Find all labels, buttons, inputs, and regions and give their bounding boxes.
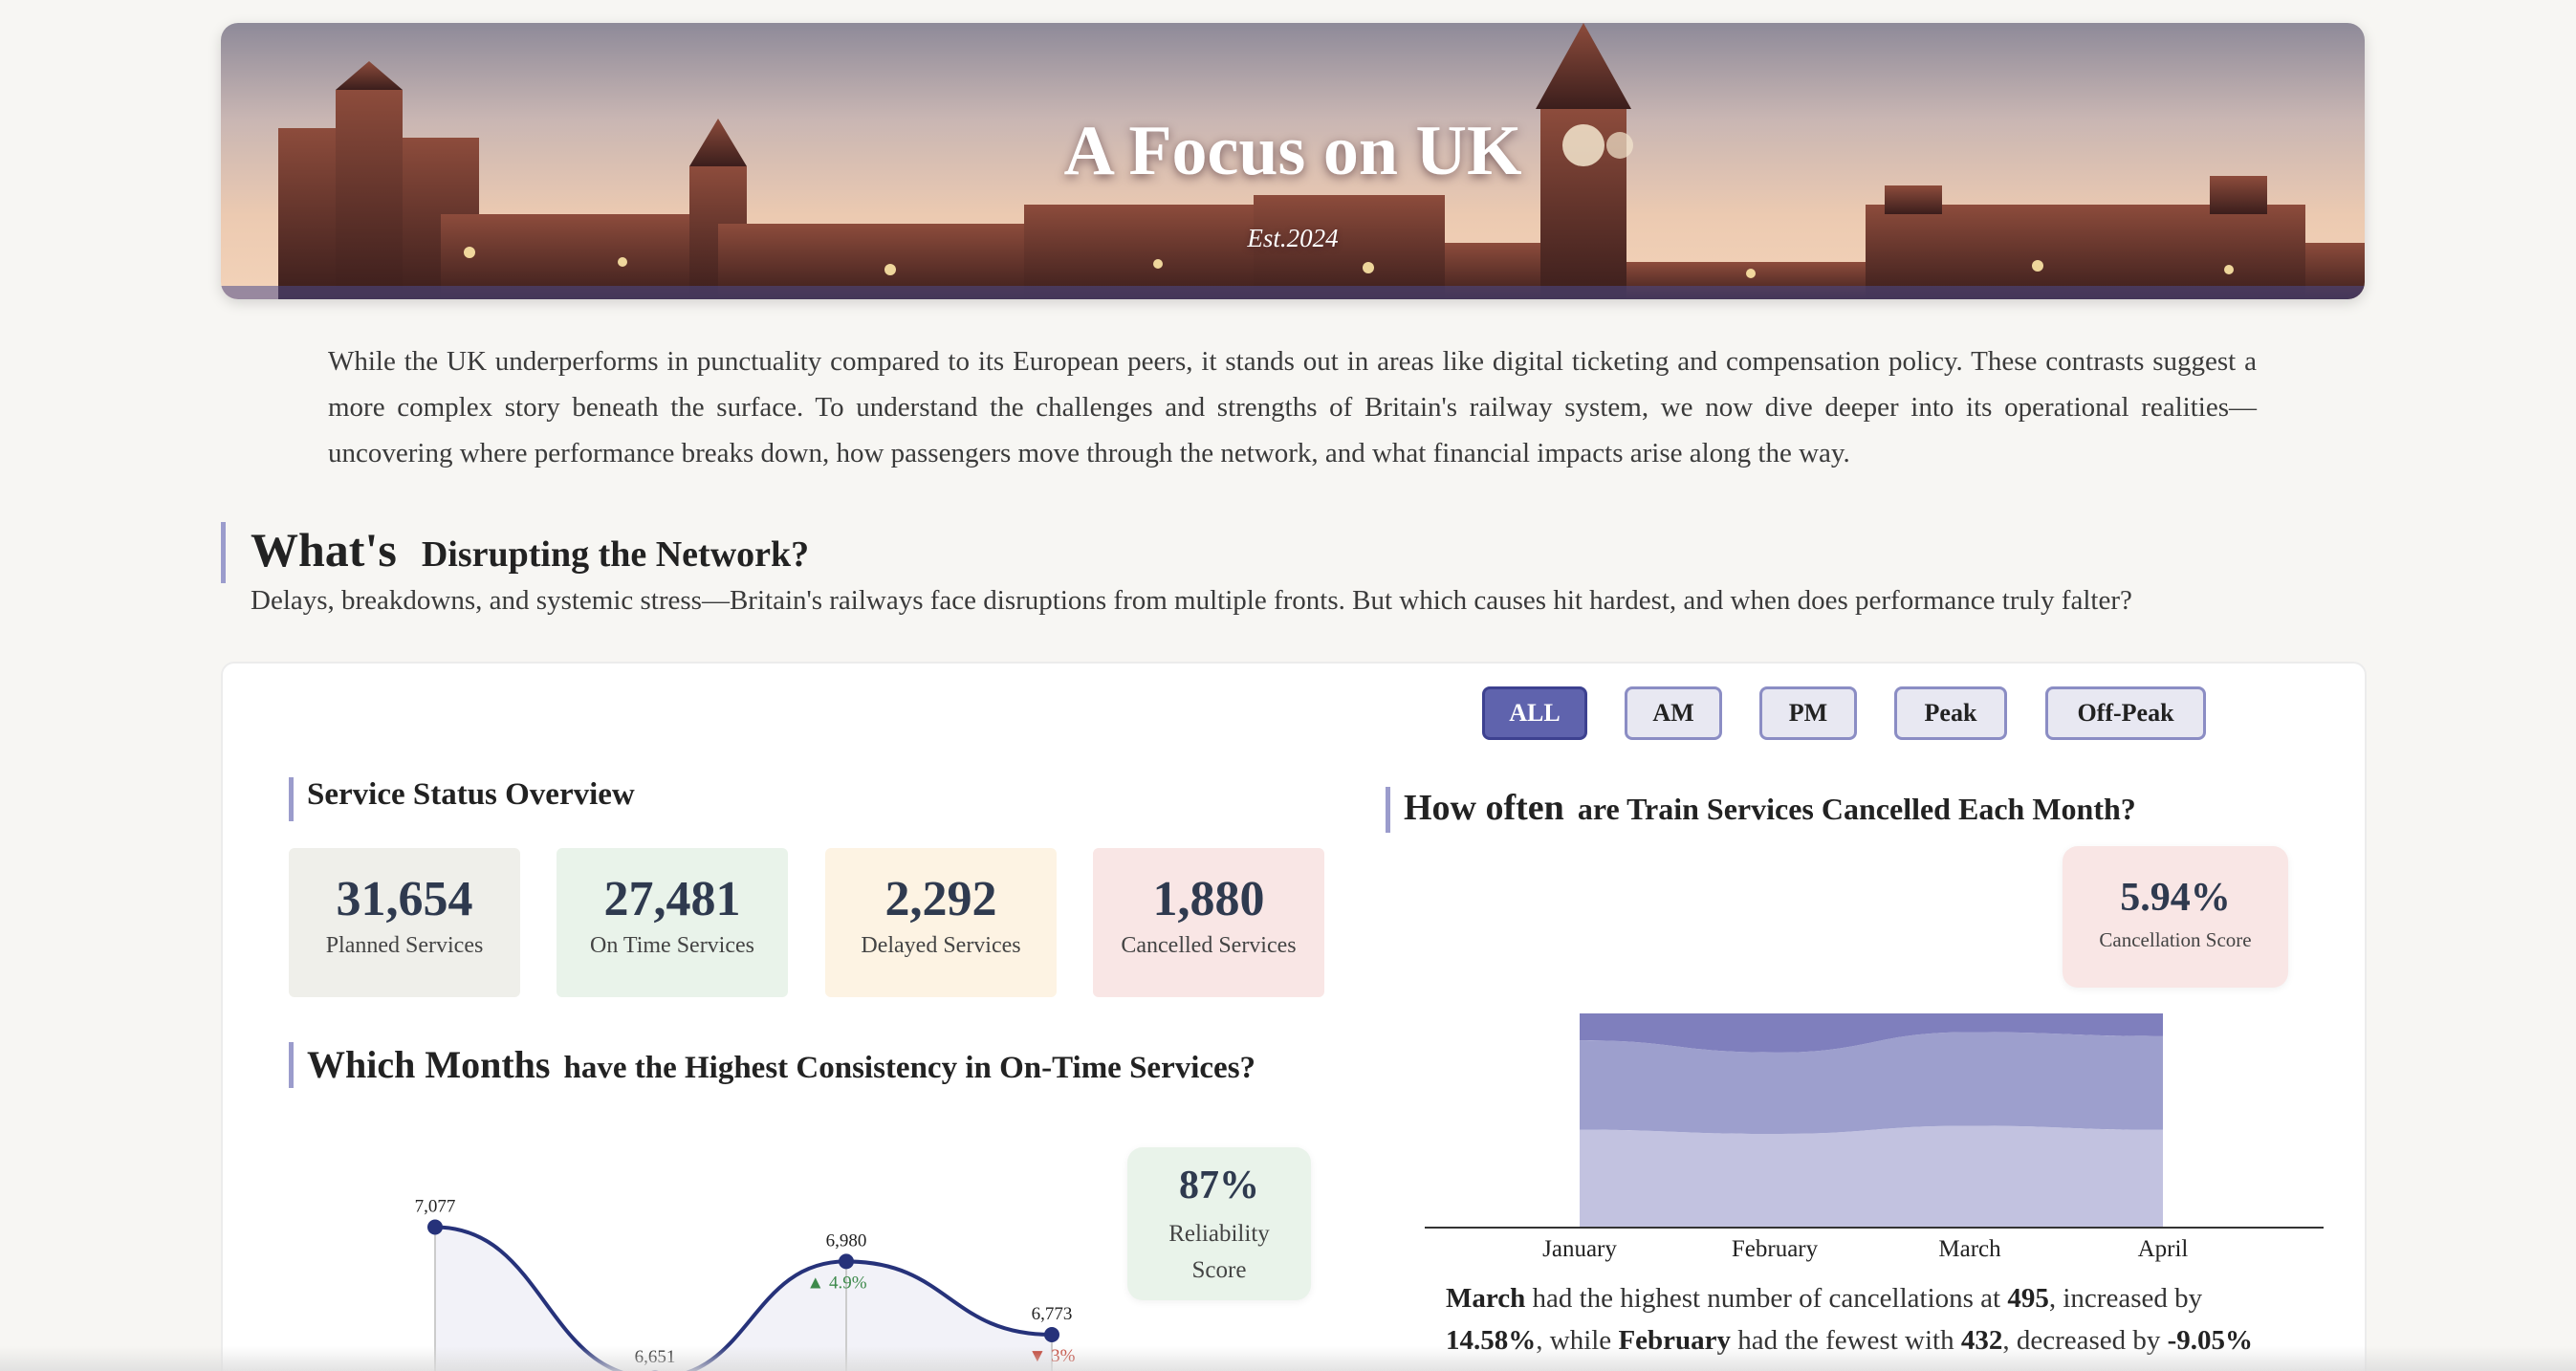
summary-month-high: March bbox=[1446, 1283, 1526, 1314]
kpi-on-time-label: On Time Services bbox=[589, 933, 754, 958]
reliability-score-label-line1: Reliability bbox=[1168, 1221, 1270, 1247]
section-heading-emphasis: What's bbox=[251, 523, 397, 577]
months-heading-rest: have the Highest Consistency in On-Time … bbox=[563, 1051, 1256, 1085]
cancellation-heading: How often are Train Services Cancelled E… bbox=[1386, 787, 2136, 833]
kpi-delayed-label: Delayed Services bbox=[861, 933, 1021, 958]
filter-pm-button[interactable]: PM bbox=[1759, 686, 1857, 740]
filter-off-peak-button[interactable]: Off-Peak bbox=[2045, 686, 2206, 740]
summary-text-2: , increased by bbox=[2048, 1283, 2203, 1314]
kpi-cancelled-value: 1,880 bbox=[1152, 872, 1265, 926]
reliability-score-label: Reliability Score bbox=[1127, 1216, 1311, 1289]
line-chart-data-label: 6,980 bbox=[826, 1230, 867, 1251]
overview-heading: Service Status Overview bbox=[289, 777, 635, 821]
filter-peak-button[interactable]: Peak bbox=[1894, 686, 2007, 740]
bottom-fade bbox=[0, 1346, 2576, 1371]
cancellation-score-label: Cancellation Score bbox=[2099, 928, 2252, 951]
reliability-score-card: 87% Reliability Score bbox=[1127, 1147, 1311, 1300]
filter-all-button[interactable]: ALL bbox=[1482, 686, 1587, 740]
kpi-cancelled: 1,880 Cancelled Services bbox=[1093, 848, 1324, 997]
section-heading: What's Disrupting the Network? bbox=[221, 522, 809, 583]
section-description: Delays, breakdowns, and systemic stress—… bbox=[251, 585, 2132, 616]
cancellation-heading-emphasis: How often bbox=[1404, 788, 1564, 828]
overview-title: Service Status Overview bbox=[307, 777, 635, 812]
area-chart-series-band bbox=[1580, 1032, 2163, 1135]
line-chart-point bbox=[427, 1219, 443, 1235]
cancellation-score-card: 5.94% Cancellation Score bbox=[2063, 846, 2288, 988]
filter-am-button[interactable]: AM bbox=[1625, 686, 1722, 740]
line-chart-change-label: ▲ 4.9% bbox=[806, 1273, 866, 1293]
kpi-on-time-value: 27,481 bbox=[603, 872, 741, 926]
banner-subtitle: Est.2024 bbox=[1247, 224, 1339, 252]
kpi-on-time: 27,481 On Time Services bbox=[557, 848, 788, 997]
area-chart-x-tick-label: March bbox=[1938, 1236, 2001, 1262]
kpi-planned-label: Planned Services bbox=[325, 933, 484, 958]
summary-high-value: 495 bbox=[2007, 1283, 2049, 1314]
area-chart-series-band bbox=[1580, 1125, 2163, 1228]
summary-text-1: had the highest number of cancellations … bbox=[1525, 1283, 2008, 1314]
area-chart-x-tick-label: January bbox=[1542, 1236, 1617, 1262]
hero-banner: A Focus on UK Est.2024 bbox=[221, 23, 2365, 299]
cancellation-area-chart: January February March April bbox=[1425, 1013, 2324, 1262]
kpi-delayed: 2,292 Delayed Services bbox=[825, 848, 1057, 997]
months-heading-emphasis: Which Months bbox=[307, 1043, 551, 1086]
on-time-line-chart: 7,0776,6516,980▲ 4.9%6,773▼ 3% bbox=[415, 1197, 1076, 1371]
cancellation-score-value: 5.94% bbox=[2120, 876, 2231, 920]
line-chart-data-label: 6,773 bbox=[1032, 1304, 1073, 1324]
kpi-planned-value: 31,654 bbox=[336, 872, 473, 926]
line-chart-data-label: 7,077 bbox=[415, 1197, 456, 1217]
intro-paragraph: While the UK underperforms in punctualit… bbox=[328, 346, 2257, 468]
line-chart-point bbox=[839, 1253, 854, 1270]
months-heading: Which Months have the Highest Consistenc… bbox=[289, 1042, 1255, 1088]
banner-title: A Focus on UK bbox=[1063, 112, 1522, 190]
section-heading-rest: Disrupting the Network? bbox=[421, 534, 810, 575]
kpi-delayed-value: 2,292 bbox=[884, 872, 997, 926]
line-chart-point bbox=[1044, 1326, 1059, 1342]
area-chart-x-tick-label: February bbox=[1732, 1236, 1819, 1262]
kpi-planned: 31,654 Planned Services bbox=[289, 848, 520, 997]
area-chart-x-tick-label: April bbox=[2138, 1236, 2189, 1262]
cancellation-heading-rest: are Train Services Cancelled Each Month? bbox=[1577, 792, 2136, 826]
kpi-cancelled-label: Cancelled Services bbox=[1121, 933, 1297, 958]
reliability-score-value: 87% bbox=[1179, 1164, 1259, 1208]
reliability-score-label-line2: Score bbox=[1191, 1257, 1247, 1283]
